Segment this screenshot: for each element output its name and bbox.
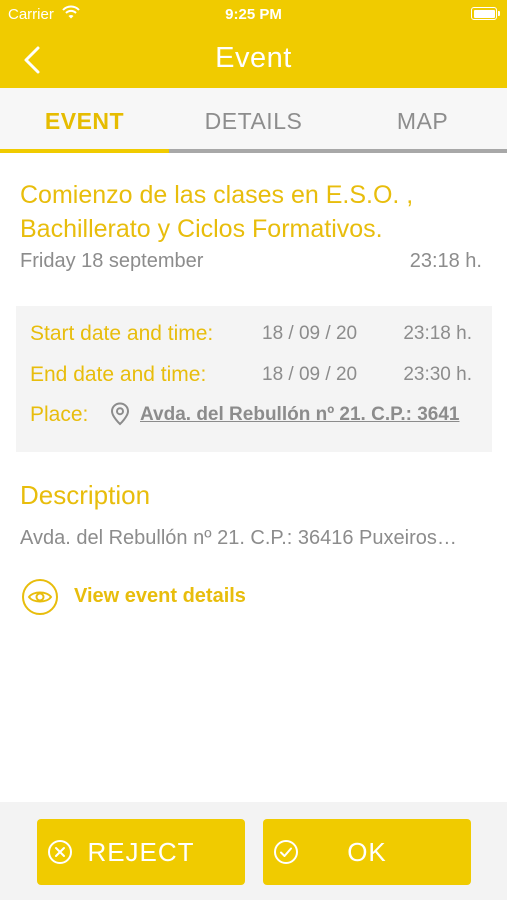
- action-footer: REJECT OK: [0, 802, 507, 900]
- description-heading: Description: [20, 480, 151, 510]
- event-time: 23:18 h.: [409, 250, 482, 272]
- page-title: Event: [215, 42, 292, 74]
- event-title: Comienzo de las clases en E.S.O. , Bachi…: [20, 181, 414, 243]
- tab-map[interactable]: MAP: [338, 88, 507, 153]
- end-label: End date and time:: [30, 363, 207, 386]
- battery-icon: [471, 7, 500, 20]
- location-pin-icon: [110, 402, 130, 426]
- app-header: Carrier 9:25 PM Event: [0, 0, 507, 88]
- place-label: Place:: [30, 403, 89, 426]
- eye-icon: [22, 579, 58, 615]
- reject-label: REJECT: [87, 837, 195, 867]
- event-day: Friday 18 september: [20, 250, 204, 272]
- tab-bar: EVENT DETAILS MAP: [0, 88, 507, 153]
- place-link[interactable]: Avda. del Rebullón nº 21. C.P.: 3641: [140, 404, 480, 426]
- status-bar: Carrier 9:25 PM: [0, 0, 507, 28]
- event-info-box: Start date and time: 18 / 09 / 20 23:18 …: [16, 306, 492, 452]
- tab-event[interactable]: EVENT: [0, 88, 169, 153]
- status-time: 9:25 PM: [225, 6, 282, 23]
- reject-button[interactable]: REJECT: [37, 819, 245, 885]
- view-details-label: View event details: [74, 585, 246, 607]
- start-date: 18 / 09 / 20: [262, 323, 358, 344]
- tab-details[interactable]: DETAILS: [169, 88, 338, 153]
- end-date: 18 / 09 / 20: [262, 364, 358, 385]
- ok-label: OK: [347, 837, 387, 867]
- tab-underline: [0, 149, 507, 153]
- ok-button[interactable]: OK: [263, 819, 471, 885]
- start-label: Start date and time:: [30, 322, 214, 345]
- description-text: Avda. del Rebullón nº 21. C.P.: 36416 Pu…: [20, 527, 457, 549]
- tab-selection-indicator: [0, 149, 169, 153]
- start-hour: 23:18 h.: [403, 323, 472, 344]
- view-event-details-button[interactable]: View event details: [21, 578, 271, 616]
- end-hour: 23:30 h.: [403, 364, 472, 385]
